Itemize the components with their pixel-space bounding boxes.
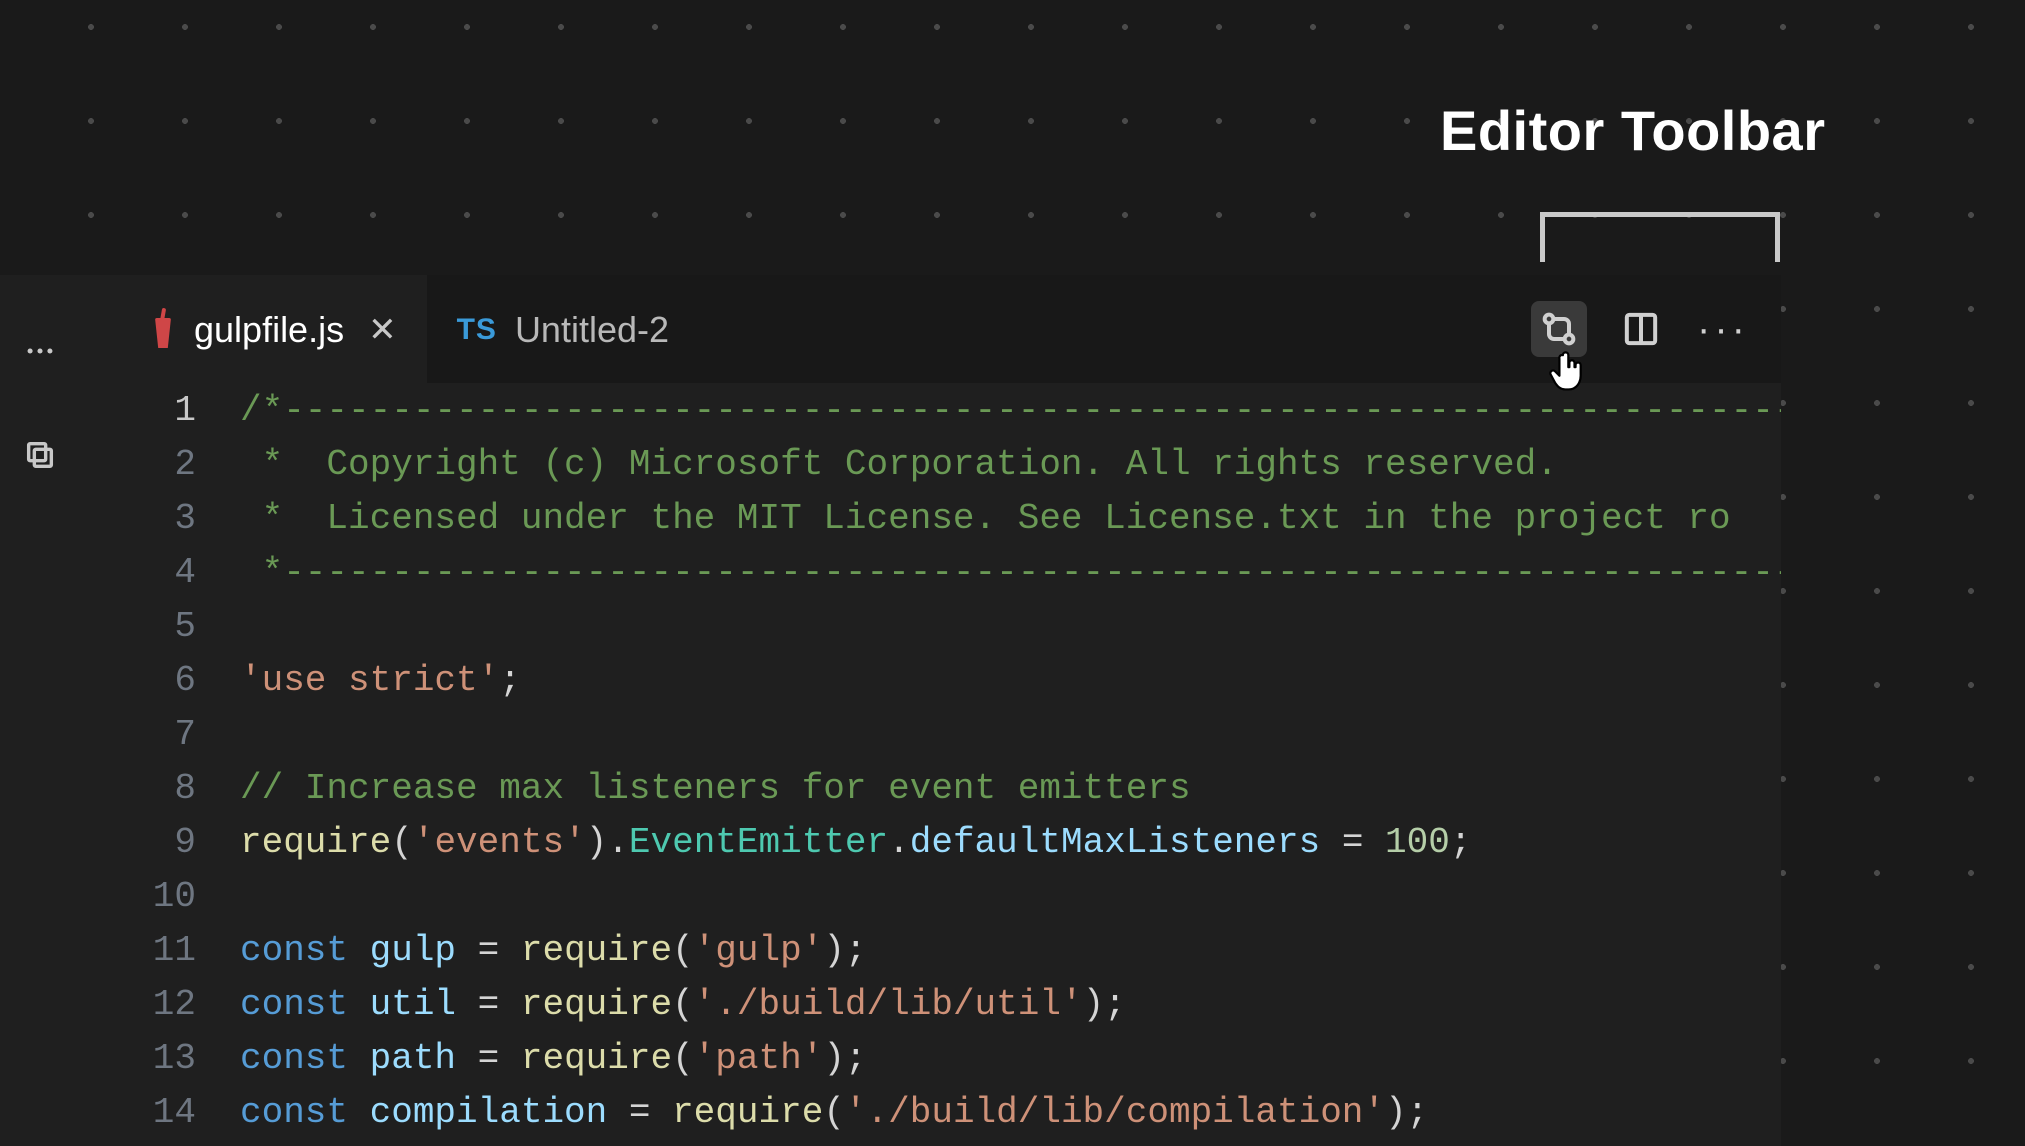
line-number: 7 xyxy=(120,714,240,755)
code-line[interactable]: 1/*-------------------------------------… xyxy=(120,383,1781,437)
code-text: const gulp = require('gulp'); xyxy=(240,930,867,971)
code-area[interactable]: 1/*-------------------------------------… xyxy=(120,383,1781,1146)
collapse-all-icon[interactable] xyxy=(12,427,68,483)
code-line[interactable]: 6'use strict'; xyxy=(120,653,1781,707)
tab-bar: gulpfile.js ✕ TS Untitled-2 xyxy=(120,275,1781,383)
code-line[interactable]: 7 xyxy=(120,707,1781,761)
code-text: const util = require('./build/lib/util')… xyxy=(240,984,1126,1025)
line-number: 10 xyxy=(120,876,240,917)
code-line[interactable]: 2 * Copyright (c) Microsoft Corporation.… xyxy=(120,437,1781,491)
code-line[interactable]: 8// Increase max listeners for event emi… xyxy=(120,761,1781,815)
code-text: * Licensed under the MIT License. See Li… xyxy=(240,498,1731,539)
line-number: 14 xyxy=(120,1092,240,1133)
code-text: require('events').EventEmitter.defaultMa… xyxy=(240,822,1471,863)
line-number: 11 xyxy=(120,930,240,971)
ts-file-icon: TS xyxy=(457,313,497,347)
tab-label: Untitled-2 xyxy=(515,309,669,351)
code-text: *---------------------------------------… xyxy=(240,552,1781,593)
code-line[interactable]: 9require('events').EventEmitter.defaultM… xyxy=(120,815,1781,869)
code-text: const path = require('path'); xyxy=(240,1038,867,1079)
code-line[interactable]: 13const path = require('path'); xyxy=(120,1031,1781,1085)
line-number: 6 xyxy=(120,660,240,701)
code-line[interactable]: 3 * Licensed under the MIT License. See … xyxy=(120,491,1781,545)
compare-changes-icon[interactable] xyxy=(1531,301,1587,357)
code-text: * Copyright (c) Microsoft Corporation. A… xyxy=(240,444,1558,485)
annotation-bracket xyxy=(1540,212,1780,262)
line-number: 13 xyxy=(120,1038,240,1079)
code-line[interactable]: 12const util = require('./build/lib/util… xyxy=(120,977,1781,1031)
code-line[interactable]: 11const gulp = require('gulp'); xyxy=(120,923,1781,977)
line-number: 8 xyxy=(120,768,240,809)
annotation-callout: Editor Toolbar xyxy=(1440,98,1826,163)
code-line[interactable]: 14const compilation = require('./build/l… xyxy=(120,1085,1781,1139)
code-line[interactable]: 5 xyxy=(120,599,1781,653)
code-text: /*--------------------------------------… xyxy=(240,390,1781,431)
line-number: 9 xyxy=(120,822,240,863)
more-actions-icon[interactable]: ··· xyxy=(1695,307,1751,352)
code-line[interactable]: 4 *-------------------------------------… xyxy=(120,545,1781,599)
editor-left-gutter xyxy=(0,275,80,1146)
line-number: 2 xyxy=(120,444,240,485)
line-number: 5 xyxy=(120,606,240,647)
annotation-label: Editor Toolbar xyxy=(1440,98,1826,163)
line-number: 12 xyxy=(120,984,240,1025)
gulp-file-icon xyxy=(150,310,176,350)
code-text: 'use strict'; xyxy=(240,660,521,701)
tab-gulpfile[interactable]: gulpfile.js ✕ xyxy=(120,275,427,383)
tab-label: gulpfile.js xyxy=(194,309,344,351)
split-editor-icon[interactable] xyxy=(1613,301,1669,357)
line-number: 1 xyxy=(120,390,240,431)
tab-untitled[interactable]: TS Untitled-2 xyxy=(427,275,699,383)
code-text: const compilation = require('./build/lib… xyxy=(240,1092,1428,1133)
close-icon[interactable]: ✕ xyxy=(368,310,397,350)
gutter-more-icon[interactable] xyxy=(12,323,68,379)
line-number: 3 xyxy=(120,498,240,539)
line-number: 4 xyxy=(120,552,240,593)
code-text: // Increase max listeners for event emit… xyxy=(240,768,1191,809)
code-line[interactable]: 10 xyxy=(120,869,1781,923)
editor-frame: gulpfile.js ✕ TS Untitled-2 xyxy=(0,275,1781,1146)
editor-toolbar: ··· xyxy=(1513,275,1769,383)
